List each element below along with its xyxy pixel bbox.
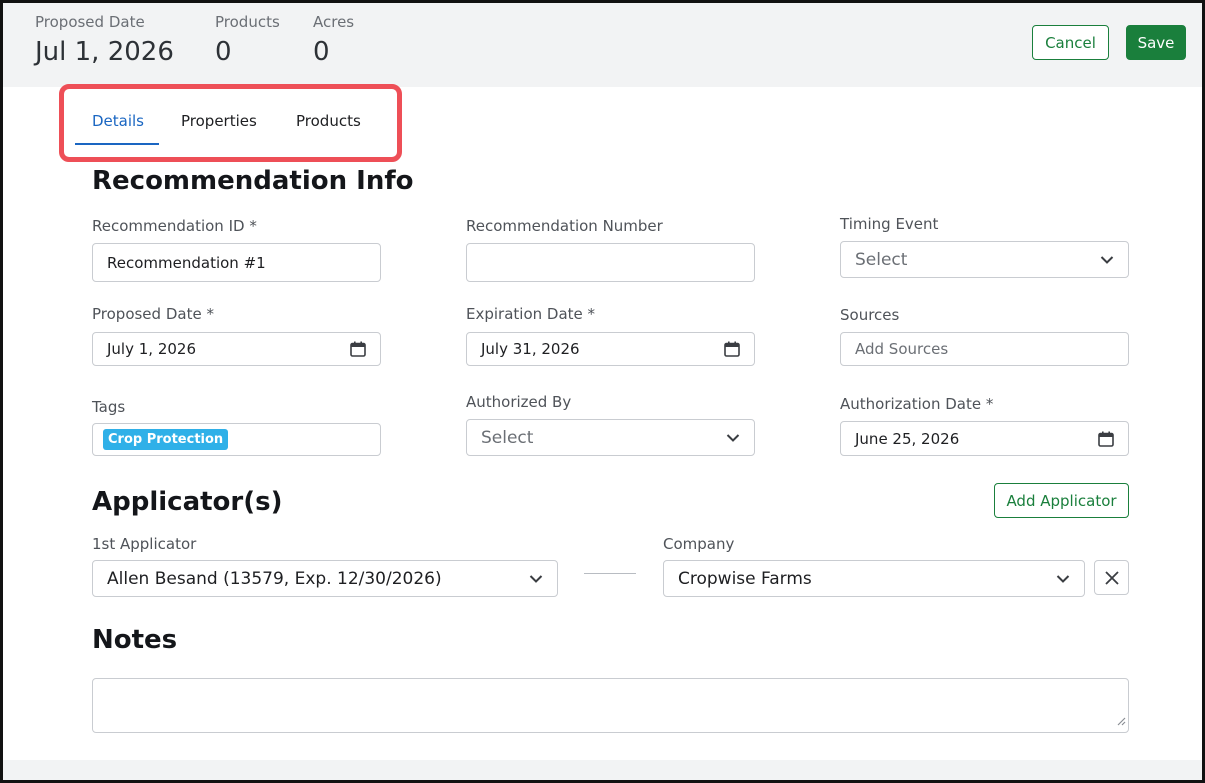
tab-details[interactable]: Details [92, 112, 144, 130]
tag-chip-crop-protection[interactable]: Crop Protection [103, 429, 229, 450]
recommendation-id-label: Recommendation ID * [92, 217, 257, 235]
recommendation-id-value: Recommendation #1 [107, 253, 266, 272]
timing-event-select[interactable]: Select [840, 241, 1129, 278]
sources-input[interactable]: Add Sources [840, 332, 1129, 366]
stat-products: Products 0 [215, 13, 280, 67]
authorized-by-select[interactable]: Select [466, 419, 755, 456]
tags-label: Tags [92, 398, 126, 416]
stat-value: Jul 1, 2026 [35, 37, 174, 67]
stat-acres: Acres 0 [313, 13, 354, 67]
active-tab-indicator [75, 143, 159, 145]
stat-label: Products [215, 13, 280, 31]
add-applicator-button[interactable]: Add Applicator [994, 483, 1129, 518]
sources-placeholder: Add Sources [855, 340, 949, 358]
timing-event-placeholder: Select [855, 249, 908, 270]
company-value: Cropwise Farms [678, 568, 812, 589]
chevron-down-icon [1100, 255, 1114, 264]
proposed-date-input[interactable]: July 1, 2026 [92, 332, 381, 366]
summary-header: Proposed Date Jul 1, 2026 Products 0 Acr… [3, 3, 1202, 87]
notes-textarea[interactable] [92, 678, 1129, 733]
recommendation-number-input[interactable] [466, 243, 755, 282]
authorization-date-input[interactable]: June 25, 2026 [840, 421, 1129, 456]
authorized-by-label: Authorized By [466, 393, 572, 411]
sources-label: Sources [840, 306, 900, 324]
cancel-button[interactable]: Cancel [1032, 25, 1109, 60]
chevron-down-icon [726, 433, 740, 442]
authorization-date-value: June 25, 2026 [855, 429, 960, 448]
stat-label: Proposed Date [35, 13, 145, 31]
calendar-icon[interactable] [724, 341, 740, 357]
chevron-down-icon [1056, 574, 1070, 583]
timing-event-label: Timing Event [840, 215, 939, 233]
applicators-heading: Applicator(s) [92, 487, 283, 517]
close-icon [1104, 570, 1120, 586]
tab-properties[interactable]: Properties [181, 112, 257, 130]
recommendation-id-input[interactable]: Recommendation #1 [92, 243, 381, 282]
tags-input[interactable]: Crop Protection [92, 423, 381, 456]
stat-proposed-date: Proposed Date Jul 1, 2026 [35, 13, 174, 67]
proposed-date-label: Proposed Date * [92, 305, 214, 323]
recommendation-number-label: Recommendation Number [466, 217, 663, 235]
stat-value: 0 [313, 37, 330, 67]
authorization-date-label: Authorization Date * [840, 395, 994, 413]
remove-applicator-button[interactable] [1094, 560, 1129, 595]
footer-strip [3, 760, 1202, 780]
stat-label: Acres [313, 13, 355, 31]
resize-handle-icon[interactable] [1116, 711, 1126, 730]
company-label: Company [663, 535, 735, 553]
applicator-company-connector [584, 573, 636, 574]
expiration-date-value: July 31, 2026 [481, 340, 580, 358]
notes-heading: Notes [92, 625, 178, 655]
calendar-icon[interactable] [1098, 431, 1114, 447]
authorized-by-placeholder: Select [481, 427, 534, 448]
recommendation-info-heading: Recommendation Info [92, 166, 414, 196]
expiration-date-input[interactable]: July 31, 2026 [466, 332, 755, 366]
stat-value: 0 [215, 37, 232, 67]
save-button[interactable]: Save [1126, 25, 1186, 60]
tab-products[interactable]: Products [296, 112, 361, 130]
first-applicator-label: 1st Applicator [92, 535, 197, 553]
calendar-icon[interactable] [350, 341, 366, 357]
first-applicator-value: Allen Besand (13579, Exp. 12/30/2026) [107, 568, 442, 589]
expiration-date-label: Expiration Date * [466, 305, 596, 323]
chevron-down-icon [529, 574, 543, 583]
proposed-date-value: July 1, 2026 [107, 340, 196, 358]
first-applicator-select[interactable]: Allen Besand (13579, Exp. 12/30/2026) [92, 560, 558, 597]
company-select[interactable]: Cropwise Farms [663, 560, 1085, 597]
